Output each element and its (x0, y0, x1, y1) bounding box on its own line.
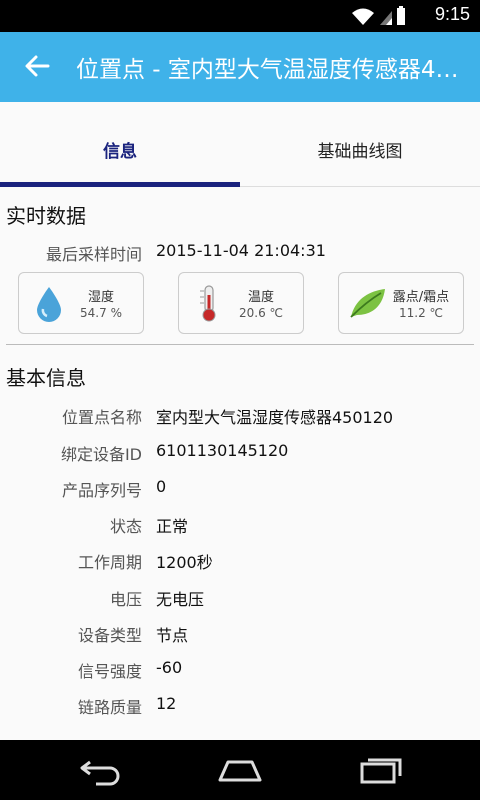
tab-info[interactable]: 信息 (0, 102, 240, 188)
back-arrow-icon (25, 55, 50, 77)
temperature-label: 温度 (247, 290, 274, 305)
info-row-value: 节点 (156, 626, 189, 645)
app-bar: 位置点 - 室内型大气温湿度传感器4… (0, 32, 480, 102)
tab-divider (240, 186, 480, 187)
tab-basic-chart[interactable]: 基础曲线图 (240, 102, 480, 188)
section-divider (6, 344, 474, 345)
info-row-label: 产品序列号 (61, 481, 142, 500)
last-sample-label: 最后采样时间 (45, 245, 142, 264)
nav-back-button[interactable] (76, 754, 124, 786)
info-row-value: 正常 (156, 517, 189, 536)
nav-recents-icon (360, 758, 402, 784)
info-row-label: 电压 (109, 590, 142, 609)
temperature-card: 温度 20.6 ℃ (178, 272, 304, 334)
tab-bar: 信息 基础曲线图 (0, 102, 480, 188)
nav-home-button[interactable] (216, 754, 264, 786)
info-row-value: -60 (156, 658, 183, 677)
info-row-value: 无电压 (156, 590, 205, 609)
info-row-value: 室内型大气温湿度传感器450120 (156, 408, 394, 427)
dewpoint-value: 11.2 ℃ (398, 306, 443, 320)
status-time: 9:15 (434, 4, 470, 24)
info-row-value: 0 (156, 477, 167, 496)
wifi-signal-icon (352, 6, 405, 25)
navigation-bar (0, 740, 480, 800)
dewpoint-label: 露点/霜点 (392, 290, 450, 305)
info-row-label: 设备类型 (77, 626, 142, 645)
nav-home-icon (218, 760, 262, 782)
leaf-icon (350, 289, 385, 318)
status-icons (350, 6, 410, 30)
back-button[interactable] (20, 48, 56, 84)
dewpoint-card: 露点/霜点 11.2 ℃ (338, 272, 464, 334)
last-sample-value: 2015-11-04 21:04:31 (156, 241, 326, 260)
water-drop-icon (37, 287, 61, 322)
page-title: 位置点 - 室内型大气温湿度传感器4… (76, 57, 459, 83)
nav-back-icon (80, 760, 120, 786)
info-row-label: 绑定设备ID (60, 445, 142, 464)
info-row-value: 6101130145120 (156, 441, 289, 460)
info-row-value: 12 (156, 694, 177, 713)
humidity-label: 湿度 (87, 290, 114, 305)
status-bar: 9:15 (0, 0, 480, 32)
tab-indicator (0, 182, 240, 187)
basic-info-section-title: 基本信息 (6, 366, 86, 390)
nav-recents-button[interactable] (356, 754, 404, 786)
info-row-label: 工作周期 (77, 553, 142, 572)
info-row-value: 1200秒 (156, 553, 213, 572)
info-row-label: 链路质量 (77, 698, 142, 717)
humidity-value: 54.7 % (80, 306, 122, 320)
temperature-value: 20.6 ℃ (238, 306, 283, 320)
info-row-label: 位置点名称 (61, 408, 142, 427)
info-row-label: 信号强度 (77, 662, 142, 681)
realtime-section-title: 实时数据 (6, 204, 86, 228)
thermometer-icon (200, 285, 216, 322)
humidity-card: 湿度 54.7 % (18, 272, 144, 334)
info-row-label: 状态 (109, 517, 142, 536)
